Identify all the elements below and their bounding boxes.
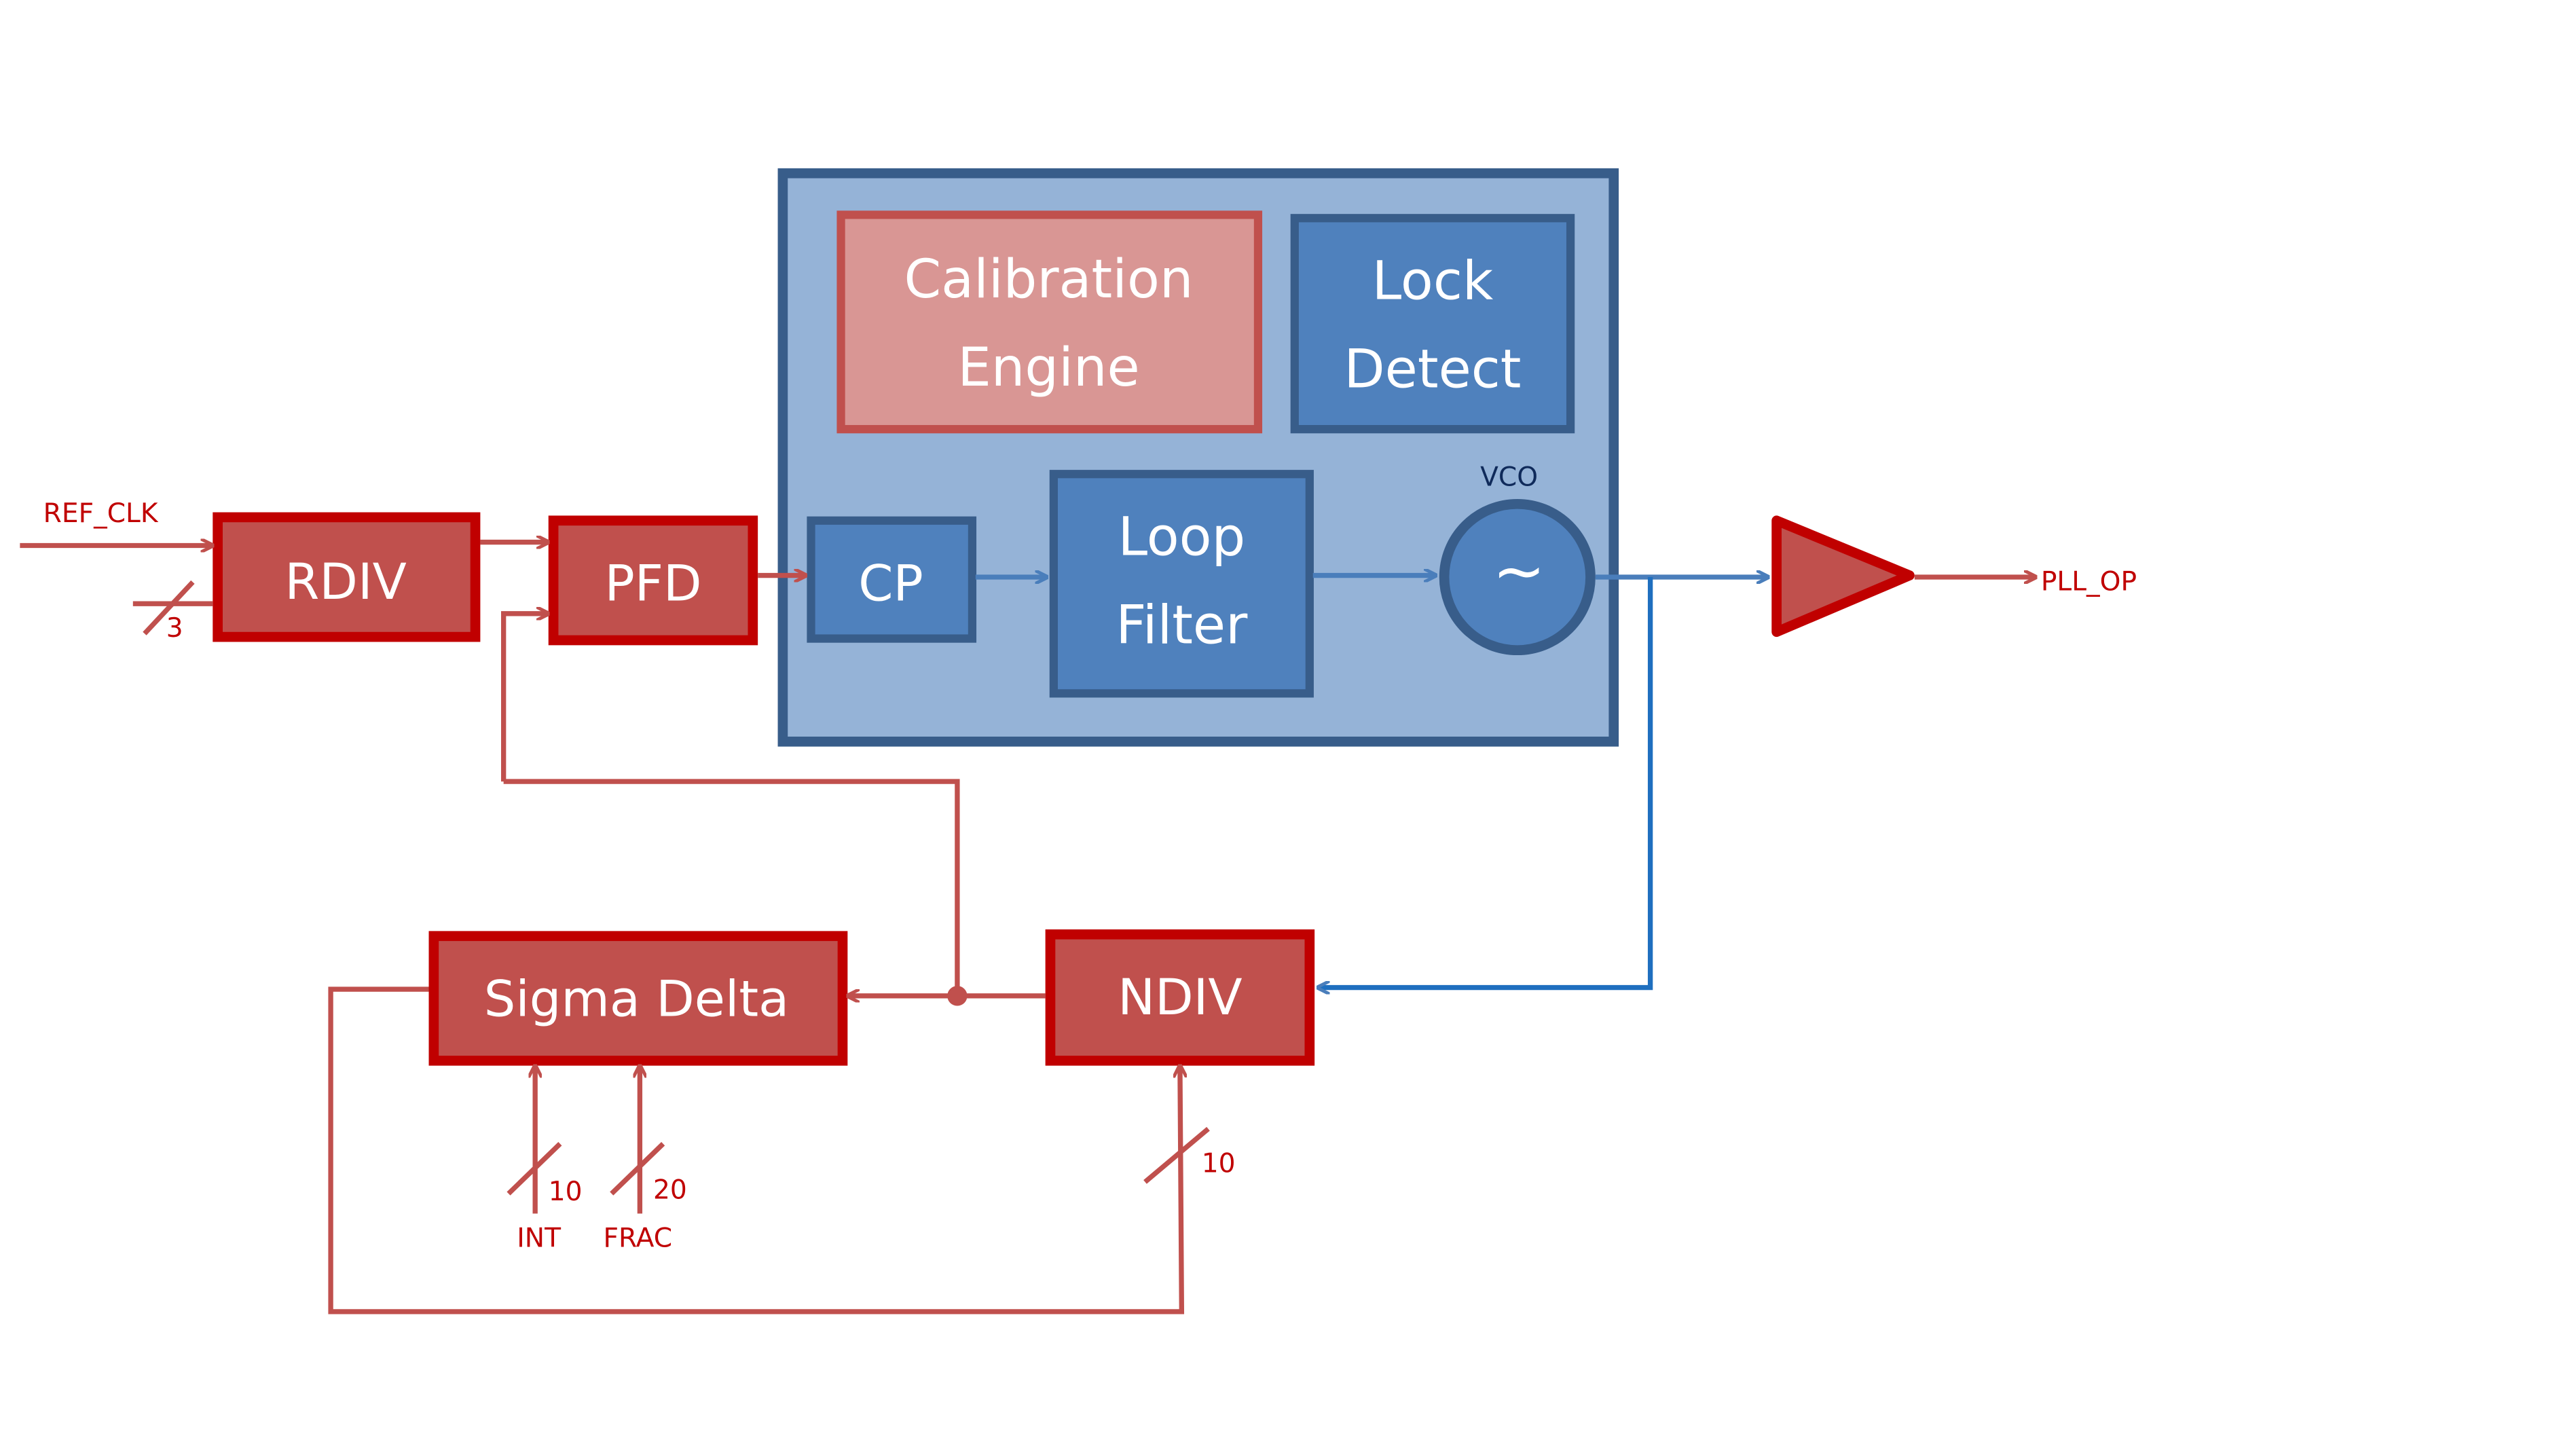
rdiv-block: RDIV <box>213 512 481 642</box>
int-label: INT <box>517 1223 562 1253</box>
ndiv-bus-width: 10 <box>1202 1148 1236 1179</box>
pll-block-diagram: Calibration Engine Lock Detect CP Loop F… <box>20 168 2137 1314</box>
pfd-label: PFD <box>604 555 701 613</box>
pll-op-label: PLL_OP <box>2041 567 2137 597</box>
calibration-label-1: Calibration <box>904 248 1193 310</box>
ref-clk-label: REF_CLK <box>43 498 159 529</box>
calibration-engine-block: Calibration Engine <box>836 210 1263 434</box>
lock-label-1: Lock <box>1372 251 1494 312</box>
loop-filter-label-1: Loop <box>1118 506 1245 568</box>
vco-label: VCO <box>1480 462 1538 492</box>
lock-label-2: Detect <box>1344 338 1521 400</box>
cp-label: CP <box>858 555 923 613</box>
pfd-block: PFD <box>548 515 758 646</box>
rdiv-label: RDIV <box>284 553 406 611</box>
junction-dot <box>947 986 968 1006</box>
ndiv-block: NDIV <box>1045 929 1315 1066</box>
loop-filter-label-2: Filter <box>1116 594 1248 656</box>
ndiv-label: NDIV <box>1118 969 1242 1027</box>
sine-icon: ~ <box>1492 534 1545 608</box>
calibration-label-2: Engine <box>957 337 1139 399</box>
sigma-delta-block: Sigma Delta <box>428 931 848 1066</box>
cp-block: CP <box>807 516 977 643</box>
lock-detect-block: Lock Detect <box>1290 214 1575 434</box>
frac-label: FRAC <box>604 1223 673 1253</box>
rdiv-bus-width: 3 <box>166 613 183 644</box>
output-buffer-triangle <box>1771 515 1915 638</box>
frac-bus-width: 20 <box>653 1175 687 1205</box>
int-bus-width: 10 <box>549 1177 583 1207</box>
sigma-delta-label: Sigma Delta <box>484 971 789 1029</box>
loop-filter-block: Loop Filter <box>1049 470 1314 698</box>
